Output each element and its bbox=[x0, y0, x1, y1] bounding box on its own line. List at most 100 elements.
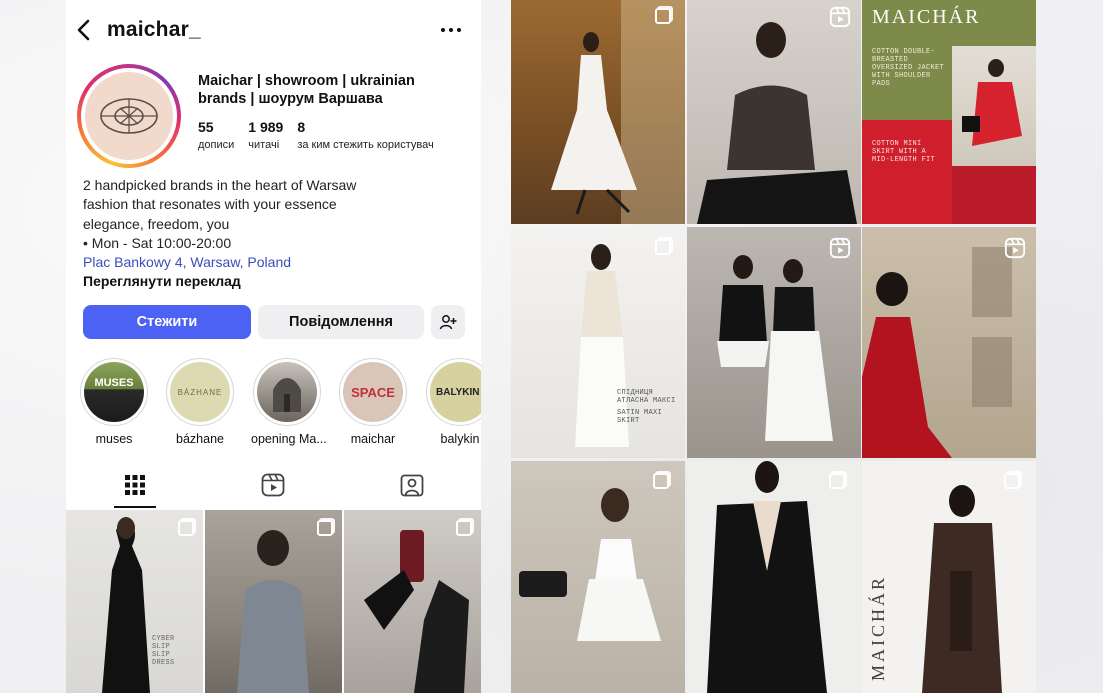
reel-icon bbox=[1004, 237, 1026, 259]
highlight-cover-text: MUSES bbox=[94, 377, 134, 389]
suggest-users-button[interactable] bbox=[431, 305, 465, 339]
post-tile[interactable]: CYBER SLIP SLIP DRESS bbox=[66, 510, 203, 693]
highlight-maichar[interactable]: SPACE maichar bbox=[337, 358, 409, 446]
satin-caption-ua: СПІДНИЦЯ АТЛАСНА МАКСІ bbox=[617, 389, 676, 405]
stat-posts[interactable]: 55 дописи bbox=[198, 119, 234, 151]
post-tile[interactable] bbox=[344, 510, 481, 693]
vertical-brand-text: MAICHÁR bbox=[868, 574, 888, 681]
bio-line: 2 handpicked brands in the heart of Wars… bbox=[83, 177, 357, 193]
highlight-muses[interactable]: MUSES muses bbox=[78, 358, 150, 446]
story-highlights: MUSES muses BÁZHANE bázhane opening Ma..… bbox=[78, 358, 481, 450]
highlight-label: maichar bbox=[350, 432, 396, 446]
profile-post-grid: CYBER SLIP SLIP DRESS bbox=[66, 510, 481, 693]
multiple-photos-icon bbox=[653, 473, 669, 489]
bio-line: fashion that resonates with your essence bbox=[83, 196, 337, 213]
reel-icon bbox=[829, 237, 851, 259]
back-arrow-icon[interactable] bbox=[74, 18, 94, 42]
post-tile[interactable]: СПІДНИЦЯ АТЛАСНА МАКСІ SATIN MAXI SKIRT bbox=[511, 227, 685, 458]
post-tile[interactable] bbox=[862, 227, 1036, 458]
reels-icon bbox=[261, 473, 285, 497]
arch-photo-icon bbox=[273, 378, 301, 412]
highlight-label: muses bbox=[95, 432, 133, 446]
multiple-photos-icon bbox=[178, 520, 194, 536]
bio-line: • Mon - Sat 10:00-20:00 bbox=[83, 234, 232, 251]
tagged-icon bbox=[400, 474, 424, 497]
red-fabric-block bbox=[862, 120, 952, 224]
active-tab-indicator bbox=[114, 506, 156, 508]
profile-stats: 55 дописи 1 989 читачі 8 за ким стежить … bbox=[198, 119, 448, 151]
multiple-photos-icon bbox=[829, 473, 845, 489]
post-grid-zoom: MAICHÁR COTTON DOUBLE-BREASTED OVERSIZED… bbox=[511, 0, 1036, 693]
message-button[interactable]: Повідомлення bbox=[258, 305, 424, 339]
post-image-two-women bbox=[717, 255, 833, 441]
post-tile[interactable]: MAICHÁR COTTON DOUBLE-BREASTED OVERSIZED… bbox=[862, 0, 1036, 224]
more-options-icon[interactable] bbox=[439, 22, 463, 38]
satin-caption-en: SATIN MAXI SKIRT bbox=[617, 409, 663, 425]
location-link[interactable]: Plac Bankowy 4, Warsaw, Poland bbox=[83, 253, 413, 272]
profile-tabs bbox=[66, 462, 481, 508]
post-image-black-dress bbox=[102, 517, 150, 693]
profile-bio: 2 handpicked brands in the heart of Wars… bbox=[83, 176, 413, 292]
post-tile[interactable] bbox=[687, 0, 861, 224]
post-image-white-mini-dress bbox=[519, 488, 661, 641]
multiple-photos-icon bbox=[655, 8, 671, 24]
post-image-white-dress-door bbox=[551, 0, 685, 224]
post-tile[interactable] bbox=[687, 461, 861, 693]
posts-count: 55 bbox=[198, 119, 214, 135]
post-image-red-slip-dress bbox=[862, 247, 1012, 458]
post-image-black-blazer bbox=[707, 461, 827, 693]
post-tile[interactable] bbox=[687, 227, 861, 458]
maichar-logo-icon bbox=[100, 98, 158, 134]
multiple-photos-icon bbox=[1004, 473, 1020, 489]
following-count: 8 bbox=[297, 119, 306, 135]
highlight-balykin[interactable]: BALYKIN balykin bbox=[424, 358, 481, 446]
highlight-label: opening Ma... bbox=[251, 432, 327, 446]
following-label: за ким стежить користувач bbox=[297, 139, 434, 151]
add-person-icon bbox=[439, 315, 457, 330]
follow-button[interactable]: Стежити bbox=[83, 305, 251, 339]
red-fabric-block bbox=[952, 166, 1036, 224]
profile-username: maichar_ bbox=[107, 18, 201, 41]
tab-posts-grid[interactable] bbox=[66, 462, 204, 508]
top-bar: maichar_ bbox=[66, 10, 481, 50]
highlight-bazhane[interactable]: BÁZHANE bázhane bbox=[164, 358, 236, 446]
profile-avatar[interactable] bbox=[77, 64, 181, 168]
followers-label: читачі bbox=[248, 139, 280, 151]
instagram-profile-screen: maichar_ Maichar | showroom | ukrainian … bbox=[66, 0, 481, 693]
highlight-cover-text: SPACE bbox=[351, 384, 395, 400]
multiple-photos-icon bbox=[456, 520, 472, 536]
post-tile[interactable] bbox=[511, 0, 685, 224]
post-caption-text: CYBER SLIP SLIP DRESS bbox=[152, 635, 175, 667]
posts-label: дописи bbox=[198, 139, 235, 151]
vertical-brand-wrap: MAICHÁR bbox=[868, 541, 890, 681]
profile-display-name: Maichar | showroom | ukrainian brands | … bbox=[198, 73, 415, 107]
jacket-caption: COTTON DOUBLE-BREASTED OVERSIZED JACKET … bbox=[872, 48, 945, 88]
multiple-photos-icon bbox=[655, 239, 671, 255]
post-tile[interactable] bbox=[205, 510, 342, 693]
post-image-leather-gloves bbox=[364, 530, 469, 693]
see-translation-link[interactable]: Переглянути переклад bbox=[83, 272, 413, 291]
highlight-label: bázhane bbox=[176, 432, 224, 446]
post-tile[interactable] bbox=[511, 461, 685, 693]
avatar-logo bbox=[85, 72, 173, 160]
post-tile[interactable]: MAICHÁR bbox=[862, 461, 1036, 693]
followers-count: 1 989 bbox=[248, 119, 284, 135]
post-image-grey-dress bbox=[237, 530, 309, 693]
photo-inset bbox=[952, 46, 1036, 166]
tab-reels[interactable] bbox=[204, 462, 342, 508]
post-image-red-suit bbox=[962, 59, 1022, 146]
skirt-caption: COTTON MINI SKIRT WITH A MID-LENGTH FIT bbox=[872, 140, 936, 164]
stat-followers[interactable]: 1 989 читачі bbox=[248, 119, 283, 151]
bio-line: elegance, freedom, you bbox=[83, 215, 230, 232]
brand-title: MAICHÁR bbox=[872, 6, 981, 28]
highlight-opening[interactable]: opening Ma... bbox=[251, 358, 327, 446]
highlight-cover-text: BÁZHANE bbox=[177, 387, 223, 397]
multiple-photos-icon bbox=[317, 520, 333, 536]
tab-tagged[interactable] bbox=[343, 462, 481, 508]
highlight-label: balykin bbox=[440, 432, 480, 446]
highlight-cover-text: BALYKIN bbox=[436, 386, 480, 398]
post-image-leather-corset bbox=[697, 22, 857, 224]
reel-icon bbox=[829, 6, 851, 28]
grid-icon bbox=[125, 475, 145, 495]
stat-following[interactable]: 8 за ким стежить користувач bbox=[297, 119, 433, 151]
